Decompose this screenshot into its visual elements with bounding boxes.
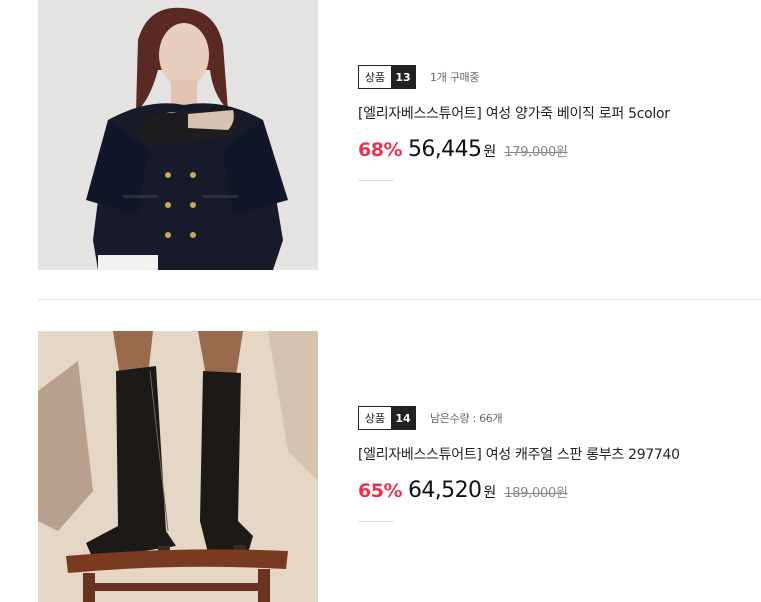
stock-status: 남은수량 : 66개 [430, 412, 503, 425]
badge-number: 13 [391, 66, 415, 88]
price-row: 68% 56,445 원 179,000원 [358, 137, 758, 162]
product-info: 상품 14 남은수량 : 66개 [엘리자베스스튜어트] 여성 캐주얼 스판 롱… [358, 406, 758, 522]
discount-rate: 65% [358, 480, 402, 502]
product-image[interactable] [38, 0, 318, 270]
product-badge: 상품 13 [358, 65, 416, 89]
product-item: 상품 14 남은수량 : 66개 [엘리자베스스튜어트] 여성 캐주얼 스판 롱… [0, 300, 761, 602]
badge-number: 14 [391, 407, 415, 429]
purchase-status: 1개 구매중 [430, 71, 480, 84]
product-badge: 상품 14 [358, 406, 416, 430]
badge-row: 상품 14 남은수량 : 66개 [358, 406, 758, 430]
product-title-link[interactable]: [엘리자베스스튜어트] 여성 캐주얼 스판 롱부츠 297740 [358, 444, 758, 464]
discount-rate: 68% [358, 139, 402, 161]
badge-label: 상품 [359, 66, 391, 88]
original-price: 179,000원 [504, 145, 568, 160]
model-holding-loafer-photo [38, 0, 318, 270]
divider-short [358, 521, 394, 522]
original-price: 189,000원 [504, 486, 568, 501]
sale-price: 56,445 [407, 137, 482, 162]
product-image[interactable] [38, 331, 318, 602]
product-list: 상품 13 1개 구매중 [엘리자베스스튜어트] 여성 양가죽 베이직 로퍼 5… [0, 0, 761, 602]
currency-unit: 원 [483, 144, 497, 160]
badge-label: 상품 [359, 407, 391, 429]
badge-row: 상품 13 1개 구매중 [358, 65, 758, 89]
currency-unit: 원 [483, 485, 497, 501]
price-row: 65% 64,520 원 189,000원 [358, 478, 758, 503]
long-boots-on-stool-photo [38, 331, 318, 602]
product-title-link[interactable]: [엘리자베스스튜어트] 여성 양가죽 베이직 로퍼 5color [358, 103, 758, 123]
product-info: 상품 13 1개 구매중 [엘리자베스스튜어트] 여성 양가죽 베이직 로퍼 5… [358, 65, 758, 181]
product-item: 상품 13 1개 구매중 [엘리자베스스튜어트] 여성 양가죽 베이직 로퍼 5… [0, 0, 761, 300]
divider-short [358, 180, 394, 181]
sale-price: 64,520 [407, 478, 482, 503]
